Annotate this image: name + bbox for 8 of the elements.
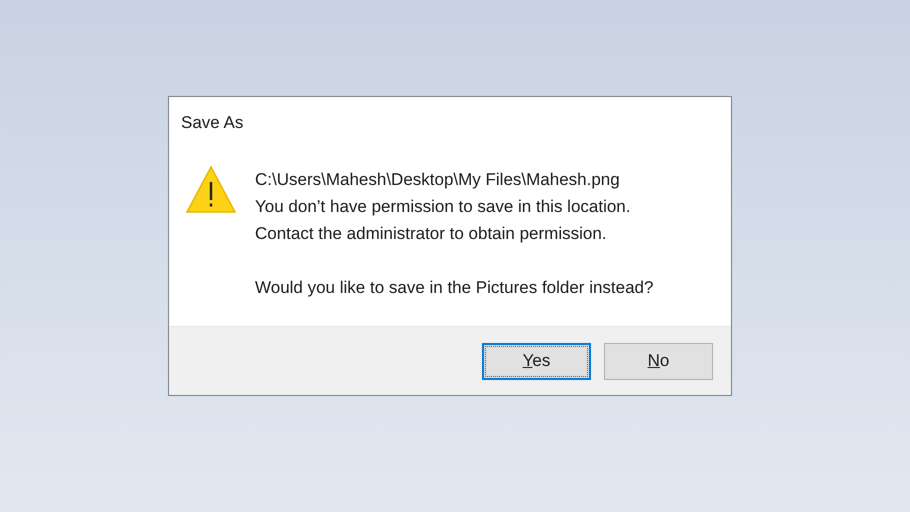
yes-button[interactable]: Yes bbox=[482, 342, 591, 380]
message-text: You don’t have permission to save in this location. bbox=[255, 196, 632, 218]
no-button[interactable]: No bbox=[604, 342, 713, 380]
question-text: Would you like to save in the Pictures folder instead? bbox=[255, 277, 654, 299]
file-path-text: C:\Users\Mahesh\Desktop\My Files\Mahesh.png bbox=[255, 169, 621, 191]
window-title: Save As bbox=[180, 112, 244, 134]
message-text: Contact the administrator to obtain permission. bbox=[255, 223, 608, 245]
warning-icon bbox=[185, 165, 237, 215]
